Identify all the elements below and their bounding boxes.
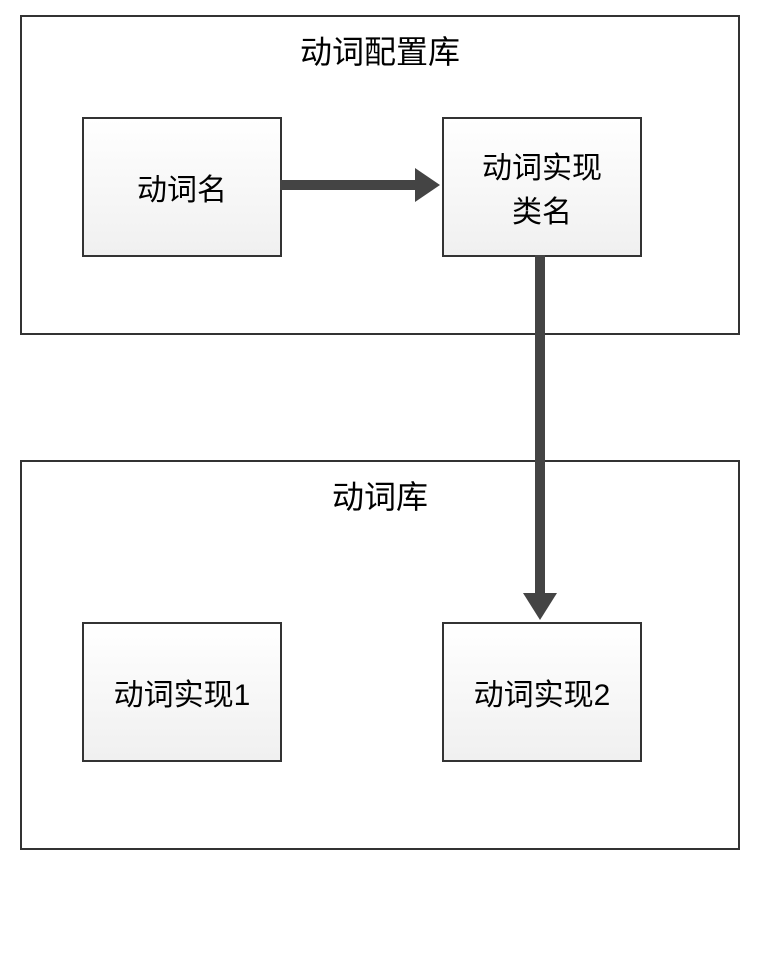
verb-impl-1-box: 动词实现1 xyxy=(82,622,282,762)
arrow-2-line xyxy=(535,255,545,595)
verb-name-label: 动词名 xyxy=(137,165,227,209)
verb-impl-class-name-label: 动词实现 类名 xyxy=(482,143,602,231)
verb-impl-2-box: 动词实现2 xyxy=(442,622,642,762)
verb-impl-class-name-box: 动词实现 类名 xyxy=(442,117,642,257)
verb-impl-1-label: 动词实现1 xyxy=(114,670,251,714)
verb-config-library-container: 动词配置库 动词名 动词实现 类名 xyxy=(20,15,740,335)
arrow-2-head xyxy=(523,593,557,620)
arrow-1-line xyxy=(280,180,418,190)
arrow-1-head xyxy=(415,168,440,202)
container-1-title: 动词配置库 xyxy=(22,17,738,83)
container-2-title: 动词库 xyxy=(22,462,738,528)
verb-name-box: 动词名 xyxy=(82,117,282,257)
verb-impl-2-label: 动词实现2 xyxy=(474,670,611,714)
verb-library-container: 动词库 动词实现1 动词实现2 xyxy=(20,460,740,850)
